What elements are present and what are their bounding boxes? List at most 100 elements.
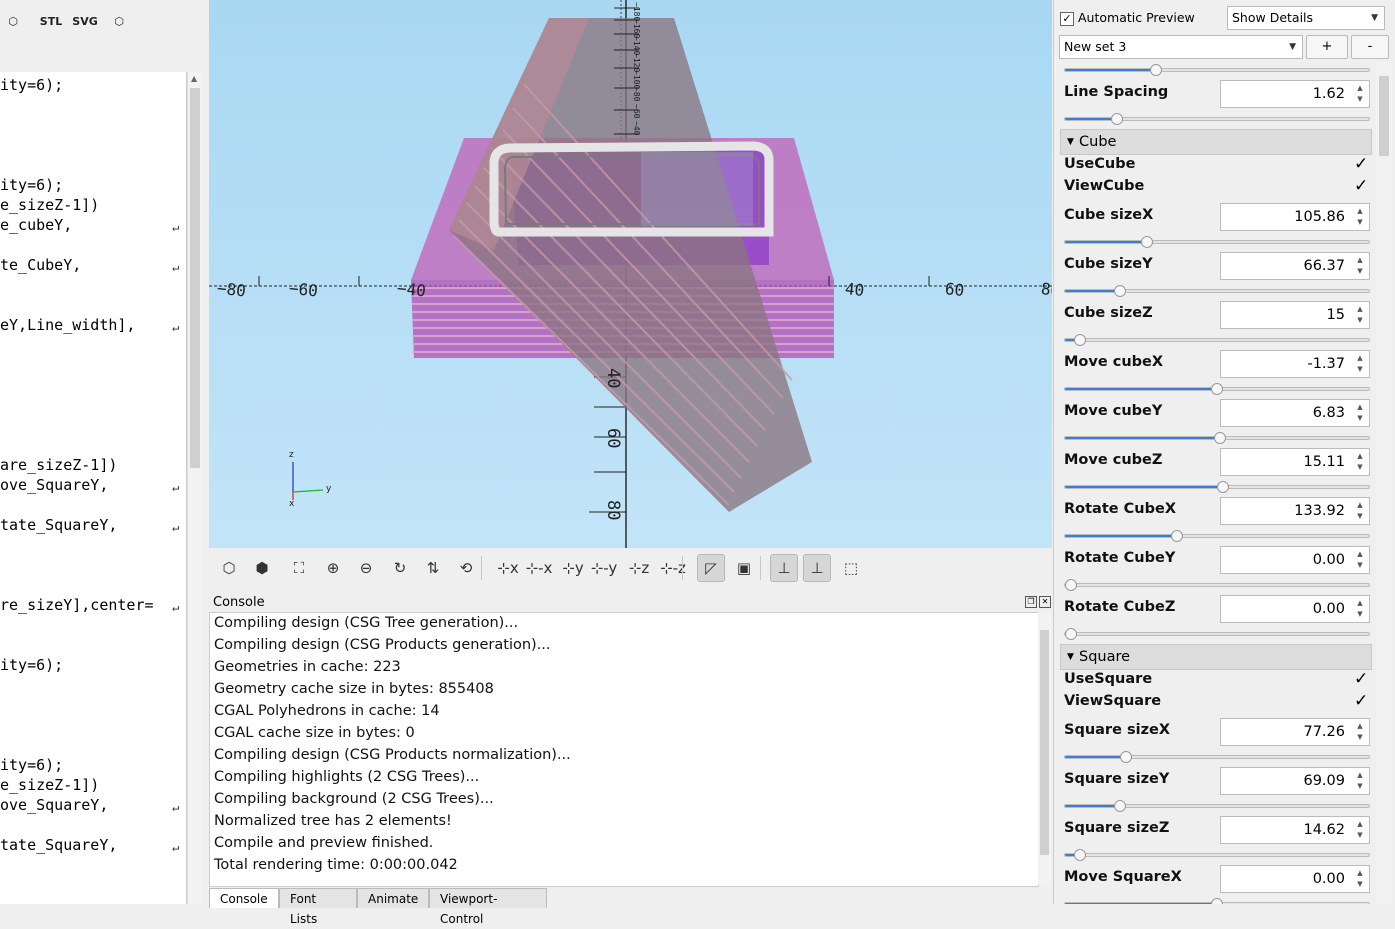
param-slider-square-sizey[interactable]	[1064, 800, 1370, 812]
param-slider-line-spacing[interactable]	[1064, 113, 1370, 125]
param-slider-square-sizez[interactable]	[1064, 849, 1370, 861]
slider-handle[interactable]	[1074, 849, 1087, 861]
editor-scroll-thumb[interactable]	[190, 88, 200, 468]
slider-handle[interactable]	[1217, 481, 1230, 493]
console-scrollbar[interactable]	[1038, 612, 1051, 885]
spin-arrows-icon[interactable]: ▲ ▼	[1353, 549, 1367, 571]
param-slider-move-cubey[interactable]	[1064, 432, 1370, 444]
add-preset-button[interactable]: +	[1306, 35, 1348, 59]
customizer-scrollbar[interactable]	[1376, 62, 1392, 904]
tab-animate[interactable]: Animate	[357, 888, 429, 908]
slider-handle[interactable]	[1110, 113, 1123, 125]
spin-arrows-icon[interactable]: ▲ ▼	[1353, 255, 1367, 277]
spin-arrows-icon[interactable]: ▲ ▼	[1353, 770, 1367, 792]
reset-view-icon[interactable]: ↻	[386, 554, 414, 582]
param-slider-cube-sizey[interactable]	[1064, 285, 1370, 297]
param-spinbox-move-cubey[interactable]: 6.83 ▲ ▼	[1220, 399, 1370, 427]
spin-arrows-icon[interactable]: ▲ ▼	[1353, 819, 1367, 841]
param-slider-rotate-cubex[interactable]	[1064, 530, 1370, 542]
spin-arrows-icon[interactable]: ▲ ▼	[1353, 721, 1367, 743]
view-diagonal-icon[interactable]: ⟲	[452, 554, 480, 582]
tab-viewport-control[interactable]: Viewport-Control	[429, 888, 547, 926]
spin-arrows-icon[interactable]: ▲ ▼	[1353, 402, 1367, 424]
group-square[interactable]: ▼ Square	[1060, 644, 1372, 670]
param-slider-move-cubex[interactable]	[1064, 383, 1370, 395]
slider-handle[interactable]	[1171, 530, 1184, 542]
tab-console[interactable]: Console	[209, 888, 279, 908]
close-icon[interactable]: ✕	[1039, 596, 1051, 608]
tab-font-lists[interactable]: Font Lists	[279, 888, 357, 926]
param-spinbox-move-cubex[interactable]: -1.37 ▲ ▼	[1220, 350, 1370, 378]
param-slider-cube-sizez[interactable]	[1064, 334, 1370, 346]
view-front-icon[interactable]: ⊹-y	[590, 554, 618, 582]
param-slider-rotate-cubez[interactable]	[1064, 628, 1370, 640]
perspective-icon[interactable]: ◸	[697, 554, 725, 582]
export-stl-icon[interactable]: STL	[38, 8, 64, 34]
spin-arrows-icon[interactable]: ▲ ▼	[1353, 353, 1367, 375]
automatic-preview-checkbox[interactable]: ✓	[1060, 12, 1074, 26]
editor-scrollbar[interactable]: ▲	[187, 72, 202, 904]
spin-arrows-icon[interactable]: ▲ ▼	[1353, 304, 1367, 326]
code-editor[interactable]: ity=6); ity=6); e_sizeZ-1]) e_cubeY, ↵ te_Cub…	[0, 72, 187, 904]
view-top-icon[interactable]: ⊹z	[625, 554, 653, 582]
spin-arrows-icon[interactable]: ▲ ▼	[1353, 83, 1367, 105]
param-spinbox-move-cubez[interactable]: 15.11 ▲ ▼	[1220, 448, 1370, 476]
slider-handle[interactable]	[1141, 236, 1154, 248]
3d-viewport[interactable]: −80 −60 −40 40 60 80 40 60 80 −180 −160 −140 −120 −10…	[209, 0, 1052, 548]
param-slider-square-sizex[interactable]	[1064, 751, 1370, 763]
show-axes-icon[interactable]: ⊥	[770, 554, 798, 582]
slider-handle[interactable]	[1150, 64, 1163, 76]
spin-arrows-icon[interactable]: ▲ ▼	[1353, 868, 1367, 890]
3d-view-icon[interactable]: ⬡	[0, 8, 26, 34]
param-spinbox-square-sizez[interactable]: 14.62 ▲ ▼	[1220, 816, 1370, 844]
param-spinbox-move-squarex[interactable]: 0.00 ▲ ▼	[1220, 865, 1370, 893]
view-all-icon[interactable]: ⛶	[285, 554, 313, 582]
view-right-icon[interactable]: ⊹x	[494, 554, 522, 582]
slider-handle[interactable]	[1113, 800, 1126, 812]
slider-handle[interactable]	[1113, 285, 1126, 297]
param-spinbox-rotate-cubey[interactable]: 0.00 ▲ ▼	[1220, 546, 1370, 574]
param-spinbox-cube-sizez[interactable]: 15 ▲ ▼	[1220, 301, 1370, 329]
view-back-icon[interactable]: ⊹y	[559, 554, 587, 582]
scroll-up-icon[interactable]: ▲	[191, 74, 197, 83]
spin-arrows-icon[interactable]: ▲ ▼	[1353, 500, 1367, 522]
param-checkbox-usecube[interactable]: ✓	[1354, 156, 1368, 173]
slider-handle[interactable]	[1065, 579, 1078, 591]
previous-slider[interactable]	[1064, 64, 1370, 76]
slider-handle[interactable]	[1074, 334, 1087, 346]
param-slider-cube-sizex[interactable]	[1064, 236, 1370, 248]
view-left-icon[interactable]: ⊹-x	[525, 554, 553, 582]
spin-arrows-icon[interactable]: ▲ ▼	[1353, 598, 1367, 620]
param-spinbox-rotate-cubex[interactable]: 133.92 ▲ ▼	[1220, 497, 1370, 525]
param-spinbox-rotate-cubez[interactable]: 0.00 ▲ ▼	[1220, 595, 1370, 623]
float-icon[interactable]: ❐	[1025, 596, 1037, 608]
param-slider-rotate-cubey[interactable]	[1064, 579, 1370, 591]
customizer-scroll-thumb[interactable]	[1379, 76, 1389, 156]
zoom-in-icon[interactable]: ⊕	[319, 554, 347, 582]
spin-arrows-icon[interactable]: ▲ ▼	[1353, 451, 1367, 473]
param-checkbox-viewsquare[interactable]: ✓	[1354, 693, 1368, 710]
param-spinbox-square-sizex[interactable]: 77.26 ▲ ▼	[1220, 718, 1370, 746]
preview-icon[interactable]: ⬡	[215, 554, 243, 582]
slider-handle[interactable]	[1211, 898, 1223, 904]
render-icon[interactable]: ⬢	[248, 554, 276, 582]
show-scale-icon[interactable]: ⊥	[803, 554, 831, 582]
remove-preset-button[interactable]: -	[1351, 35, 1389, 59]
param-checkbox-viewcube[interactable]: ✓	[1354, 178, 1368, 195]
export-3d-icon[interactable]: ⬡	[106, 8, 132, 34]
show-edges-icon[interactable]: ⬚	[837, 554, 865, 582]
details-select[interactable]: Show Details ▼	[1227, 6, 1385, 30]
param-checkbox-usesquare[interactable]: ✓	[1354, 671, 1368, 688]
slider-handle[interactable]	[1211, 383, 1223, 395]
param-spinbox-cube-sizey[interactable]: 66.37 ▲ ▼	[1220, 252, 1370, 280]
param-spinbox-cube-sizex[interactable]: 105.86 ▲ ▼	[1220, 203, 1370, 231]
preset-select[interactable]: New set 3 ▼	[1059, 35, 1303, 59]
slider-handle[interactable]	[1119, 751, 1132, 763]
param-spinbox-square-sizey[interactable]: 69.09 ▲ ▼	[1220, 767, 1370, 795]
group-cube[interactable]: ▼ Cube	[1060, 129, 1372, 155]
slider-handle[interactable]	[1214, 432, 1227, 444]
zoom-out-icon[interactable]: ⊖	[352, 554, 380, 582]
export-svg-icon[interactable]: SVG	[72, 8, 98, 34]
view-top-bottom-icon[interactable]: ⇅	[419, 554, 447, 582]
param-slider-move-cubez[interactable]	[1064, 481, 1370, 493]
